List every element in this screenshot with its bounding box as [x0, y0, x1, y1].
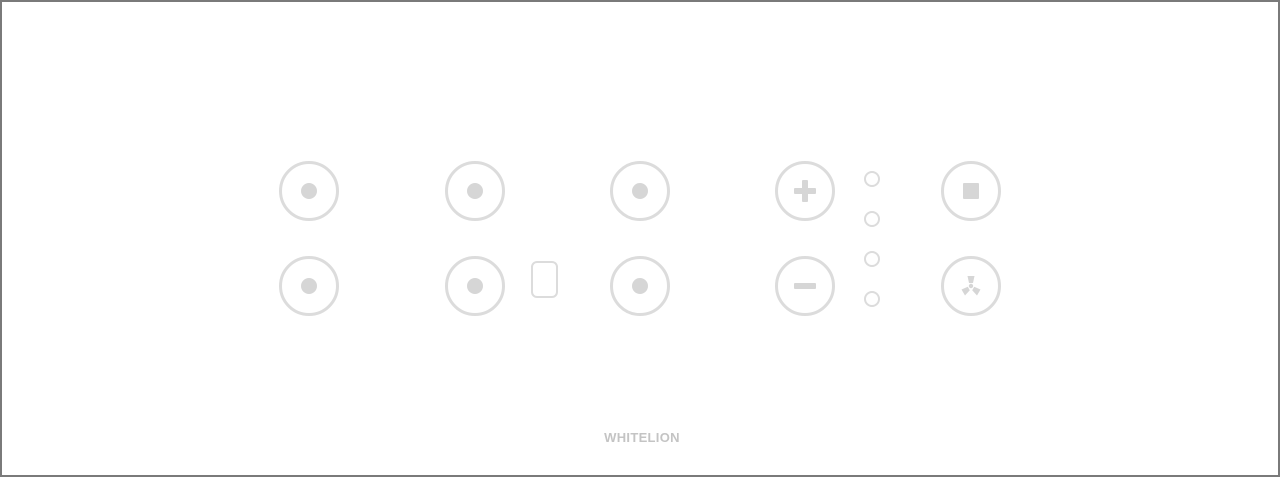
- speed-indicator-2: [864, 251, 880, 267]
- dot-icon: [632, 183, 648, 199]
- dot-icon: [301, 278, 317, 294]
- dot-icon: [632, 278, 648, 294]
- switch-6-button[interactable]: [610, 256, 670, 316]
- dot-icon: [301, 183, 317, 199]
- brand-logo-text: WHITELION: [604, 430, 680, 445]
- speed-indicator-1: [864, 291, 880, 307]
- switch-5-button[interactable]: [610, 161, 670, 221]
- fan-speed-decrease-button[interactable]: [775, 256, 835, 316]
- fan-speed-increase-button[interactable]: [775, 161, 835, 221]
- switch-panel: WHITELION: [0, 0, 1280, 477]
- switch-4-button[interactable]: [445, 256, 505, 316]
- status-display: [531, 261, 558, 298]
- dot-icon: [467, 183, 483, 199]
- switch-1-button[interactable]: [279, 161, 339, 221]
- master-button[interactable]: [941, 161, 1001, 221]
- fan-button[interactable]: [941, 256, 1001, 316]
- dot-icon: [467, 278, 483, 294]
- switch-2-button[interactable]: [279, 256, 339, 316]
- speed-indicator-3: [864, 211, 880, 227]
- square-icon: [963, 183, 979, 199]
- minus-icon: [794, 283, 816, 289]
- fan-icon: [961, 276, 981, 296]
- switch-3-button[interactable]: [445, 161, 505, 221]
- speed-indicator-4: [864, 171, 880, 187]
